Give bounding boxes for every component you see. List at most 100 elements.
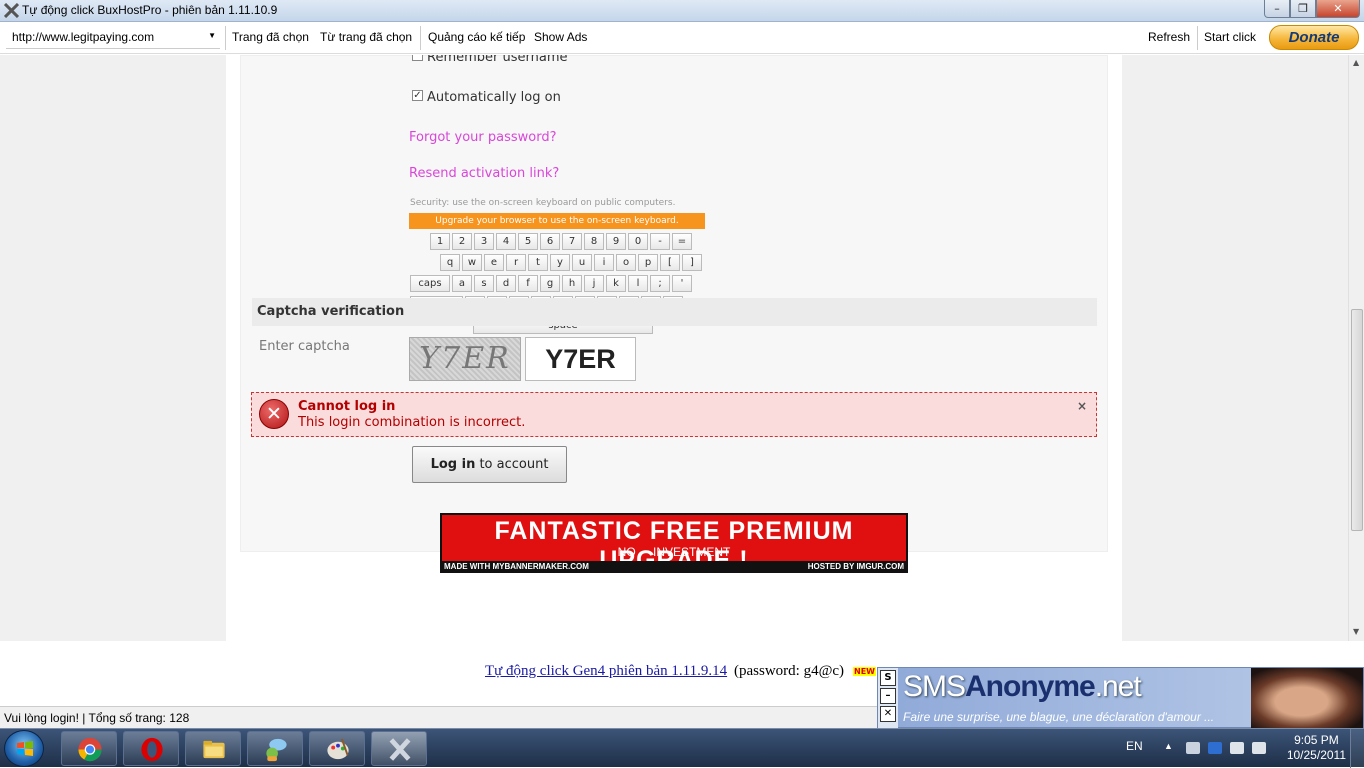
key-e[interactable]: e xyxy=(484,254,504,271)
key-0[interactable]: 0 xyxy=(628,233,648,250)
key-q[interactable]: q xyxy=(440,254,460,271)
key-o[interactable]: o xyxy=(616,254,636,271)
key-8[interactable]: 8 xyxy=(584,233,604,250)
ad-s-button[interactable]: S xyxy=(880,670,896,686)
maximize-button[interactable]: ❐ xyxy=(1290,0,1316,18)
key-i[interactable]: i xyxy=(594,254,614,271)
key-d[interactable]: d xyxy=(496,275,516,292)
network-icon[interactable] xyxy=(1230,742,1244,754)
remember-username-checkbox[interactable] xyxy=(412,55,423,61)
key-r[interactable]: r xyxy=(506,254,526,271)
error-message: This login combination is incorrect. xyxy=(298,415,526,430)
forgot-password-link[interactable]: Forgot your password? xyxy=(409,130,557,145)
key-symbol[interactable]: ; xyxy=(650,275,670,292)
key-l[interactable]: l xyxy=(628,275,648,292)
remember-username-row[interactable]: Remember username xyxy=(412,55,568,65)
scrollbar-thumb[interactable] xyxy=(1351,309,1363,531)
key-6[interactable]: 6 xyxy=(540,233,560,250)
donate-button[interactable]: Donate xyxy=(1269,25,1359,50)
key-1[interactable]: 1 xyxy=(430,233,450,250)
app-toolbar: http://www.legitpaying.com ▼ Trang đã ch… xyxy=(0,22,1364,54)
taskbar-opera[interactable] xyxy=(123,731,179,766)
vertical-scrollbar[interactable]: ▲ ▼ xyxy=(1348,55,1364,641)
gen4-download-link[interactable]: Tự động click Gen4 phiên bản 1.11.9.14 xyxy=(485,663,727,680)
close-window-button[interactable]: ✕ xyxy=(1316,0,1360,18)
key-y[interactable]: y xyxy=(550,254,570,271)
toolbar-divider xyxy=(420,26,421,50)
menu-from-selected-page[interactable]: Từ trang đã chọn xyxy=(320,30,412,44)
window-title: Tự động click BuxHostPro - phiên bản 1.1… xyxy=(22,3,278,17)
url-combobox[interactable]: http://www.legitpaying.com ▼ xyxy=(6,27,220,49)
key-symbol[interactable]: - xyxy=(650,233,670,250)
auto-logon-label: Automatically log on xyxy=(427,90,561,105)
windows-taskbar: EN ▲ 9:05 PM 10/25/2011 xyxy=(0,728,1364,768)
scroll-down-icon[interactable]: ▼ xyxy=(1353,627,1359,636)
language-indicator[interactable]: EN xyxy=(1126,739,1143,753)
sms-title-bold: Anonyme xyxy=(965,670,1096,703)
taskbar-paint[interactable] xyxy=(309,731,365,766)
key-9[interactable]: 9 xyxy=(606,233,626,250)
banner-footer: MADE WITH MYBANNERMAKER.COM HOSTED BY IM… xyxy=(442,561,906,573)
show-hidden-icons-chevron-up-icon[interactable]: ▲ xyxy=(1164,741,1173,751)
chevron-down-icon[interactable]: ▼ xyxy=(208,31,216,40)
key-u[interactable]: u xyxy=(572,254,592,271)
key-symbol[interactable]: [ xyxy=(660,254,680,271)
resend-activation-link[interactable]: Resend activation link? xyxy=(409,166,559,181)
taskbar-chrome[interactable] xyxy=(61,731,117,766)
key-7[interactable]: 7 xyxy=(562,233,582,250)
key-k[interactable]: k xyxy=(606,275,626,292)
key-s[interactable]: s xyxy=(474,275,494,292)
key-2[interactable]: 2 xyxy=(452,233,472,250)
tray-app-icon[interactable] xyxy=(1186,742,1200,754)
minimize-button[interactable]: – xyxy=(1264,0,1290,18)
taskbar-messenger[interactable] xyxy=(247,731,303,766)
volume-icon[interactable] xyxy=(1252,742,1266,754)
chrome-icon xyxy=(78,737,102,762)
banner-subline: NO INVESTMENT xyxy=(617,545,731,559)
key-a[interactable]: a xyxy=(452,275,472,292)
auto-logon-checkbox[interactable]: ✓ xyxy=(412,90,423,101)
sms-ad-subtitle: Faire une surprise, une blague, une décl… xyxy=(903,710,1215,724)
key-f[interactable]: f xyxy=(518,275,538,292)
key-4[interactable]: 4 xyxy=(496,233,516,250)
key-symbol[interactable]: ' xyxy=(672,275,692,292)
key-symbol[interactable]: ] xyxy=(682,254,702,271)
taskbar-explorer[interactable] xyxy=(185,731,241,766)
key-p[interactable]: p xyxy=(638,254,658,271)
error-x-icon: ✕ xyxy=(259,399,289,429)
scroll-up-icon[interactable]: ▲ xyxy=(1353,58,1359,67)
key-3[interactable]: 3 xyxy=(474,233,494,250)
window-titlebar: Tự động click BuxHostPro - phiên bản 1.1… xyxy=(0,0,1364,22)
system-tray: EN ▲ 9:05 PM 10/25/2011 xyxy=(1124,729,1364,768)
tray-info-icon[interactable] xyxy=(1208,742,1222,754)
key-caps[interactable]: caps xyxy=(410,275,450,292)
start-click-button[interactable]: Start click xyxy=(1204,30,1256,44)
clock[interactable]: 9:05 PM 10/25/2011 xyxy=(1287,733,1346,763)
captcha-heading: Captcha verification xyxy=(252,298,1097,326)
error-title: Cannot log in xyxy=(298,399,396,414)
login-button-bold: Log in xyxy=(430,457,476,472)
menu-next-ad[interactable]: Quảng cáo kế tiếp xyxy=(428,30,525,44)
start-button[interactable] xyxy=(4,730,44,767)
key-j[interactable]: j xyxy=(584,275,604,292)
ad-minimize-button[interactable]: – xyxy=(880,688,896,704)
ad-close-button[interactable]: ✕ xyxy=(880,706,896,722)
menu-selected-page[interactable]: Trang đã chọn xyxy=(232,30,309,44)
key-w[interactable]: w xyxy=(462,254,482,271)
captcha-input[interactable]: Y7ER xyxy=(525,337,636,381)
show-desktop-button[interactable] xyxy=(1350,729,1364,768)
taskbar-buxhostpro[interactable] xyxy=(371,731,427,766)
app-x-icon xyxy=(4,3,19,18)
key-h[interactable]: h xyxy=(562,275,582,292)
key-symbol[interactable]: = xyxy=(672,233,692,250)
login-button[interactable]: Log in to account xyxy=(412,446,567,483)
refresh-button[interactable]: Refresh xyxy=(1148,30,1190,44)
auto-logon-row[interactable]: ✓ Automatically log on xyxy=(412,90,561,105)
key-g[interactable]: g xyxy=(540,275,560,292)
key-t[interactable]: t xyxy=(528,254,548,271)
premium-upgrade-banner-ad[interactable]: FANTASTIC FREE PREMIUM UPGRADE ! NO INVE… xyxy=(440,513,908,574)
sms-anonyme-ad[interactable]: S – ✕ SMSAnonyme.net Faire une surprise,… xyxy=(877,667,1364,729)
key-5[interactable]: 5 xyxy=(518,233,538,250)
close-alert-icon[interactable]: × xyxy=(1077,399,1087,413)
menu-show-ads[interactable]: Show Ads xyxy=(534,30,587,44)
